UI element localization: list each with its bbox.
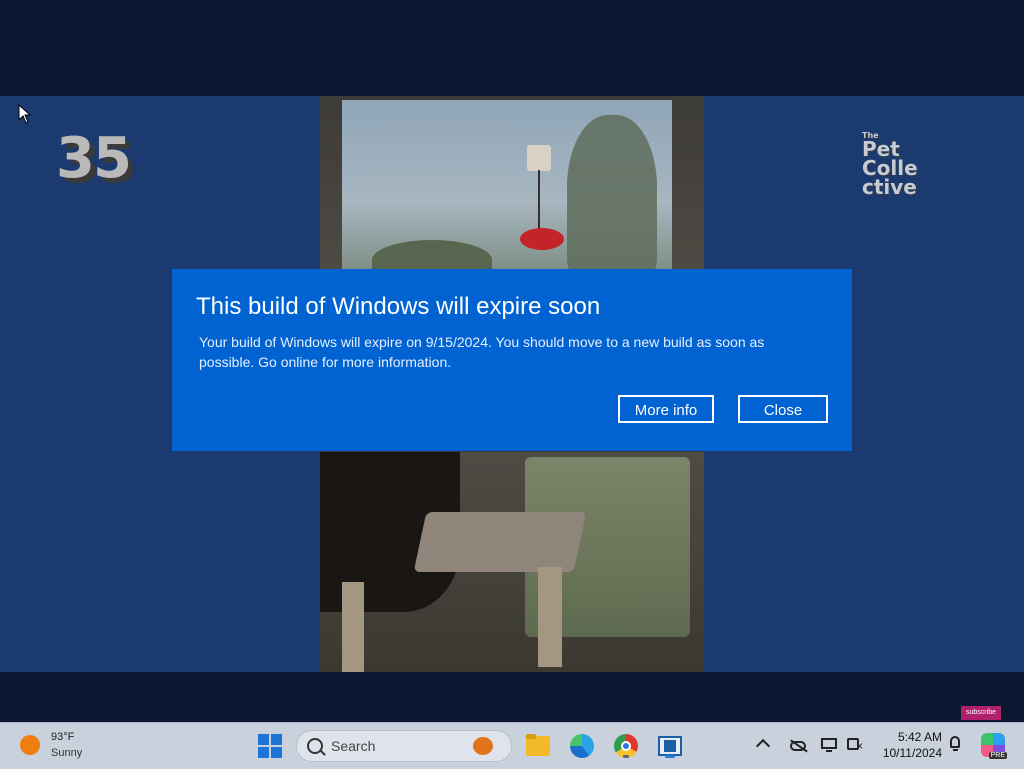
active-app-button[interactable] — [656, 732, 684, 760]
taskbar: 93°F Sunny Search 5:42 AM 10/11/2024 PRE — [0, 722, 1024, 769]
pet-collective-logo: The Pet Colle ctive — [862, 132, 948, 199]
dialog-message: Your build of Windows will expire on 9/1… — [199, 334, 765, 370]
windows-logo-pane — [271, 734, 282, 745]
pre-badge: PRE — [988, 752, 1007, 759]
weather-temperature: 93°F — [51, 731, 75, 743]
copilot-icon[interactable]: PRE — [981, 733, 1007, 759]
chrome-button[interactable] — [612, 732, 640, 760]
hummingbird-feeder-base — [520, 228, 564, 250]
taskbar-search-box[interactable]: Search — [296, 730, 512, 762]
start-button[interactable] — [258, 734, 282, 758]
subscribe-badge[interactable]: subscribe — [961, 706, 1001, 720]
build-expiry-dialog: This build of Windows will expire soon Y… — [172, 269, 852, 451]
active-indicator — [665, 755, 675, 758]
channel-number: 35 — [56, 126, 132, 191]
video-window-pane — [342, 100, 672, 280]
weather-condition: Sunny — [51, 747, 83, 759]
sun-icon — [20, 735, 40, 755]
pumpkin-icon — [473, 737, 493, 755]
network-disconnected-icon[interactable] — [847, 737, 865, 753]
more-info-button[interactable]: More info — [618, 395, 714, 423]
logo-text: ctive — [862, 175, 917, 199]
search-placeholder: Search — [331, 738, 376, 754]
display-icon[interactable] — [821, 737, 839, 753]
cloud-offline-icon[interactable] — [790, 737, 808, 753]
chevron-up-icon[interactable] — [755, 738, 771, 754]
clock-time: 5:42 AM — [897, 730, 942, 744]
windows-logo-icon — [258, 734, 269, 745]
cat-tree-post — [342, 582, 364, 672]
edge-button[interactable] — [568, 732, 596, 760]
notification-bell-icon[interactable] — [949, 736, 963, 752]
running-indicator — [623, 755, 629, 758]
clock-date: 10/11/2024 — [882, 746, 942, 760]
close-button[interactable]: Close — [738, 395, 828, 423]
cat-tree-post — [538, 567, 562, 667]
hummingbird-feeder-top — [527, 145, 551, 171]
desktop: 35 The Pet Colle ctive subscribe This bu… — [0, 0, 1024, 722]
windows-logo-pane — [271, 747, 282, 758]
dialog-title: This build of Windows will expire soon — [196, 293, 601, 320]
search-icon — [307, 738, 323, 754]
cat-tree-platform — [413, 512, 587, 572]
taskbar-clock[interactable]: 5:42 AM 10/11/2024 — [876, 729, 942, 761]
file-explorer-button[interactable] — [524, 732, 552, 760]
video-lower-scene — [320, 452, 704, 672]
tree-shape — [567, 115, 657, 275]
mouse-pointer-icon — [18, 103, 32, 129]
windows-logo-pane — [258, 747, 269, 758]
